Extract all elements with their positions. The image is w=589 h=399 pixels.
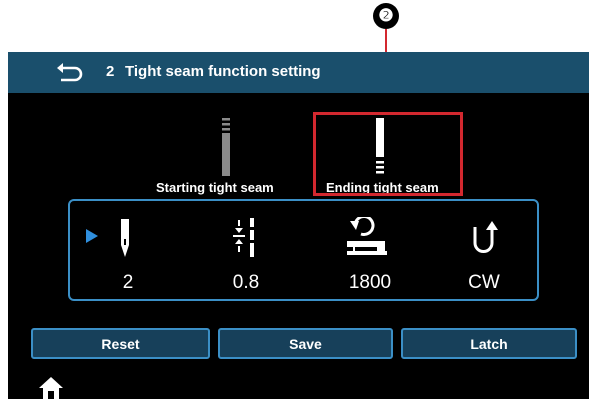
param-value-stitch-count[interactable]: 2 [83,272,173,294]
rotation-direction-icon [473,221,498,253]
parameter-panel: 2 0.8 1800 CW [68,199,539,301]
back-button[interactable] [52,56,86,90]
reset-button[interactable]: Reset [31,328,210,359]
home-icon [39,377,63,399]
stitch-pitch-icon [233,218,254,257]
param-rotation-direction[interactable] [470,217,498,264]
selection-highlight-box [313,112,463,196]
screen-number: 2 [106,63,115,80]
page-title: Tight seam function setting [125,63,321,80]
param-value-sewing-speed[interactable]: 1800 [325,272,415,294]
mode-label-starting: Starting tight seam [156,180,274,195]
param-sewing-speed[interactable] [345,215,391,264]
latch-button[interactable]: Latch [401,328,577,359]
sewing-speed-icon [347,215,387,255]
callout-number-2: ❷ [373,3,399,29]
return-arrow-icon [57,63,83,82]
param-value-rotation-direction[interactable]: CW [439,272,529,294]
param-stitch-pitch[interactable] [232,217,262,264]
needle-stitch-count-icon [86,219,129,257]
selection-arrow-icon [86,229,98,243]
home-button[interactable] [38,376,64,399]
starting-seam-icon [222,118,230,176]
title-bar: 2 Tight seam function setting [8,52,589,93]
save-button[interactable]: Save [218,328,393,359]
param-value-stitch-pitch[interactable]: 0.8 [201,272,291,294]
param-stitch-count[interactable] [84,217,134,266]
mode-starting-tight-seam[interactable] [219,118,233,183]
device-screen: 2 Tight seam function setting Starting t… [8,52,589,399]
